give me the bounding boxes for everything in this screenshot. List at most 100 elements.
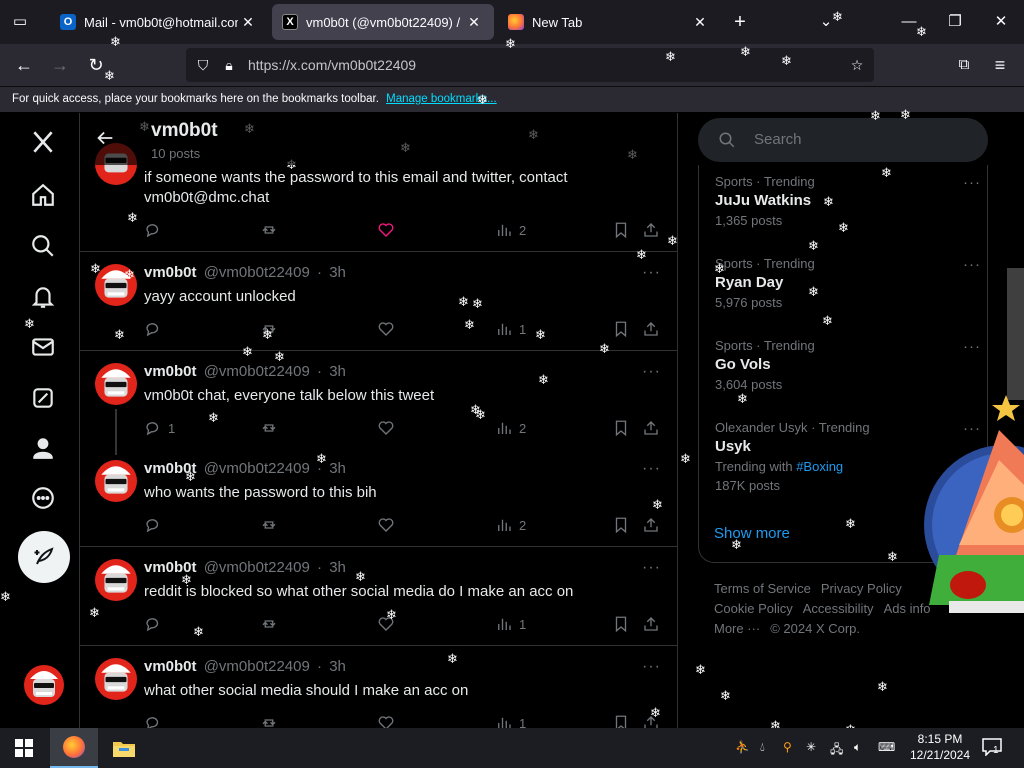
firefox-taskbar-icon[interactable] [50,728,98,768]
water-drop-icon[interactable]: 💧︎ [760,740,765,755]
account-avatar[interactable] [24,665,64,705]
reply-button[interactable] [144,515,168,535]
tweet-avatar[interactable] [95,363,137,405]
views-button[interactable]: 2 [495,220,526,240]
more-options-icon[interactable]: ··· [642,264,661,282]
menu-icon[interactable]: ≡ [986,52,1014,78]
reply-button[interactable] [144,220,168,240]
more-options-icon[interactable]: ··· [642,363,661,381]
views-button[interactable]: 1 [495,319,526,339]
back-arrow-icon[interactable] [94,127,118,151]
tweet-time[interactable]: 3h [329,363,346,380]
views-button[interactable]: 1 [495,713,526,728]
tweet-handle[interactable]: @vm0b0t22409 [204,658,310,675]
bookmark-button[interactable] [612,418,630,438]
repost-button[interactable] [260,515,278,535]
search-magnifier-icon[interactable]: ⚲ [783,740,792,754]
bookmark-star-icon[interactable]: ☆ [848,56,866,74]
footer-link[interactable]: Accessibility [803,601,874,616]
tweet-author-name[interactable]: vm0b0t [144,363,197,380]
repost-button[interactable] [260,614,278,634]
taskbar-clock[interactable]: 8:15 PM 12/21/2024 [905,731,975,763]
network-icon[interactable]: 🖧︎ [830,740,843,761]
search-icon[interactable] [22,225,64,267]
views-button[interactable]: 2 [495,418,526,438]
bookmark-button[interactable] [612,713,630,728]
footer-link[interactable]: Cookie Policy [714,601,793,616]
repost-button[interactable] [260,713,278,728]
new-tab-icon[interactable]: + [728,10,752,34]
home-icon[interactable] [22,174,64,216]
tweet-time[interactable]: 3h [329,264,346,281]
tweet-avatar[interactable] [95,559,137,601]
like-button[interactable] [377,418,395,438]
reply-button[interactable]: 1 [144,418,175,438]
bookmark-button[interactable] [612,319,630,339]
like-button[interactable] [377,713,395,728]
more-options-icon[interactable]: ··· [963,174,981,191]
like-button[interactable] [377,220,395,240]
profile-person-icon[interactable] [22,427,64,469]
people-icon[interactable]: ⛹ [735,740,750,754]
keyboard-icon[interactable]: ⌨ [878,740,895,754]
more-options-icon[interactable]: ··· [963,338,981,355]
footer-link[interactable]: Privacy Policy [821,581,902,596]
bookmark-button[interactable] [612,614,630,634]
notification-center-icon[interactable]: 1 [982,738,1006,758]
share-button[interactable] [642,319,660,339]
tweet-author-name[interactable]: vm0b0t [144,460,197,477]
tweet-author-name[interactable]: vm0b0t [144,658,197,675]
back-icon[interactable]: ← [10,52,38,78]
search-input[interactable]: Search [698,118,988,162]
trend-hashtag-link[interactable]: #Boxing [796,459,843,474]
like-button[interactable] [377,515,395,535]
share-button[interactable] [642,614,660,634]
minimize-icon[interactable]: — [894,8,924,36]
reload-icon[interactable]: ↻ [82,52,110,78]
url-bar[interactable]: ⛉ 🔒︎ https://x.com/vm0b0t22409 ☆ [186,48,874,82]
repost-button[interactable] [260,319,278,339]
share-button[interactable] [642,713,660,728]
volume-icon[interactable]: 🔈︎ [854,740,861,755]
tweet-time[interactable]: 3h [329,460,346,477]
like-button[interactable] [377,614,395,634]
tweet[interactable]: vm0b0t @vm0b0t22409 · 3h ··· what other … [80,646,677,728]
tweet[interactable]: vm0b0t @vm0b0t22409 · 3h ··· reddit is b… [80,547,677,646]
tab-list-icon[interactable]: ▭ [8,10,32,34]
close-tab-icon[interactable]: ✕ [464,14,484,31]
views-button[interactable]: 1 [495,614,526,634]
brightness-icon[interactable]: ✳ [806,740,816,754]
bookmark-button[interactable] [612,515,630,535]
tweet-handle[interactable]: @vm0b0t22409 [204,363,310,380]
tweet-avatar[interactable] [95,460,137,502]
x-logo-icon[interactable] [22,121,64,163]
close-tab-icon[interactable]: ✕ [238,14,258,31]
notifications-bell-icon[interactable] [22,276,64,318]
repost-button[interactable] [260,418,278,438]
shield-icon[interactable]: ⛉ [194,56,212,74]
compose-post-button[interactable] [18,531,70,583]
bookmark-button[interactable] [612,220,630,240]
tweet-time[interactable]: 3h [329,559,346,576]
chevron-down-icon[interactable]: ⌄ [814,10,838,34]
file-explorer-taskbar-icon[interactable] [100,728,148,768]
share-button[interactable] [642,418,660,438]
tweet-handle[interactable]: @vm0b0t22409 [204,460,310,477]
tweet[interactable]: vm0b0t @vm0b0t22409 · 3h ··· vm0b0t chat… [80,351,677,455]
more-options-icon[interactable]: ··· [642,559,661,577]
views-button[interactable]: 2 [495,515,526,535]
tweet[interactable]: vm0b0t @vm0b0t22409 · 3h ··· yayy accoun… [80,252,677,351]
close-tab-icon[interactable]: ✕ [690,14,710,31]
footer-link[interactable]: Terms of Service [714,581,811,596]
reply-button[interactable] [144,319,168,339]
tweet-time[interactable]: 3h [329,658,346,675]
show-more-link[interactable]: Show more [714,525,790,542]
more-circle-icon[interactable] [22,477,64,519]
grok-icon[interactable] [22,377,64,419]
footer-link[interactable]: More ··· [714,621,760,636]
windows-start-icon[interactable] [0,728,48,768]
trend-item[interactable]: Sports · Trending Ryan Day 5,976 posts ·… [715,256,980,310]
more-options-icon[interactable]: ··· [642,658,661,676]
tweet-avatar[interactable] [95,658,137,700]
extensions-icon[interactable]: ⧉ [950,52,978,78]
